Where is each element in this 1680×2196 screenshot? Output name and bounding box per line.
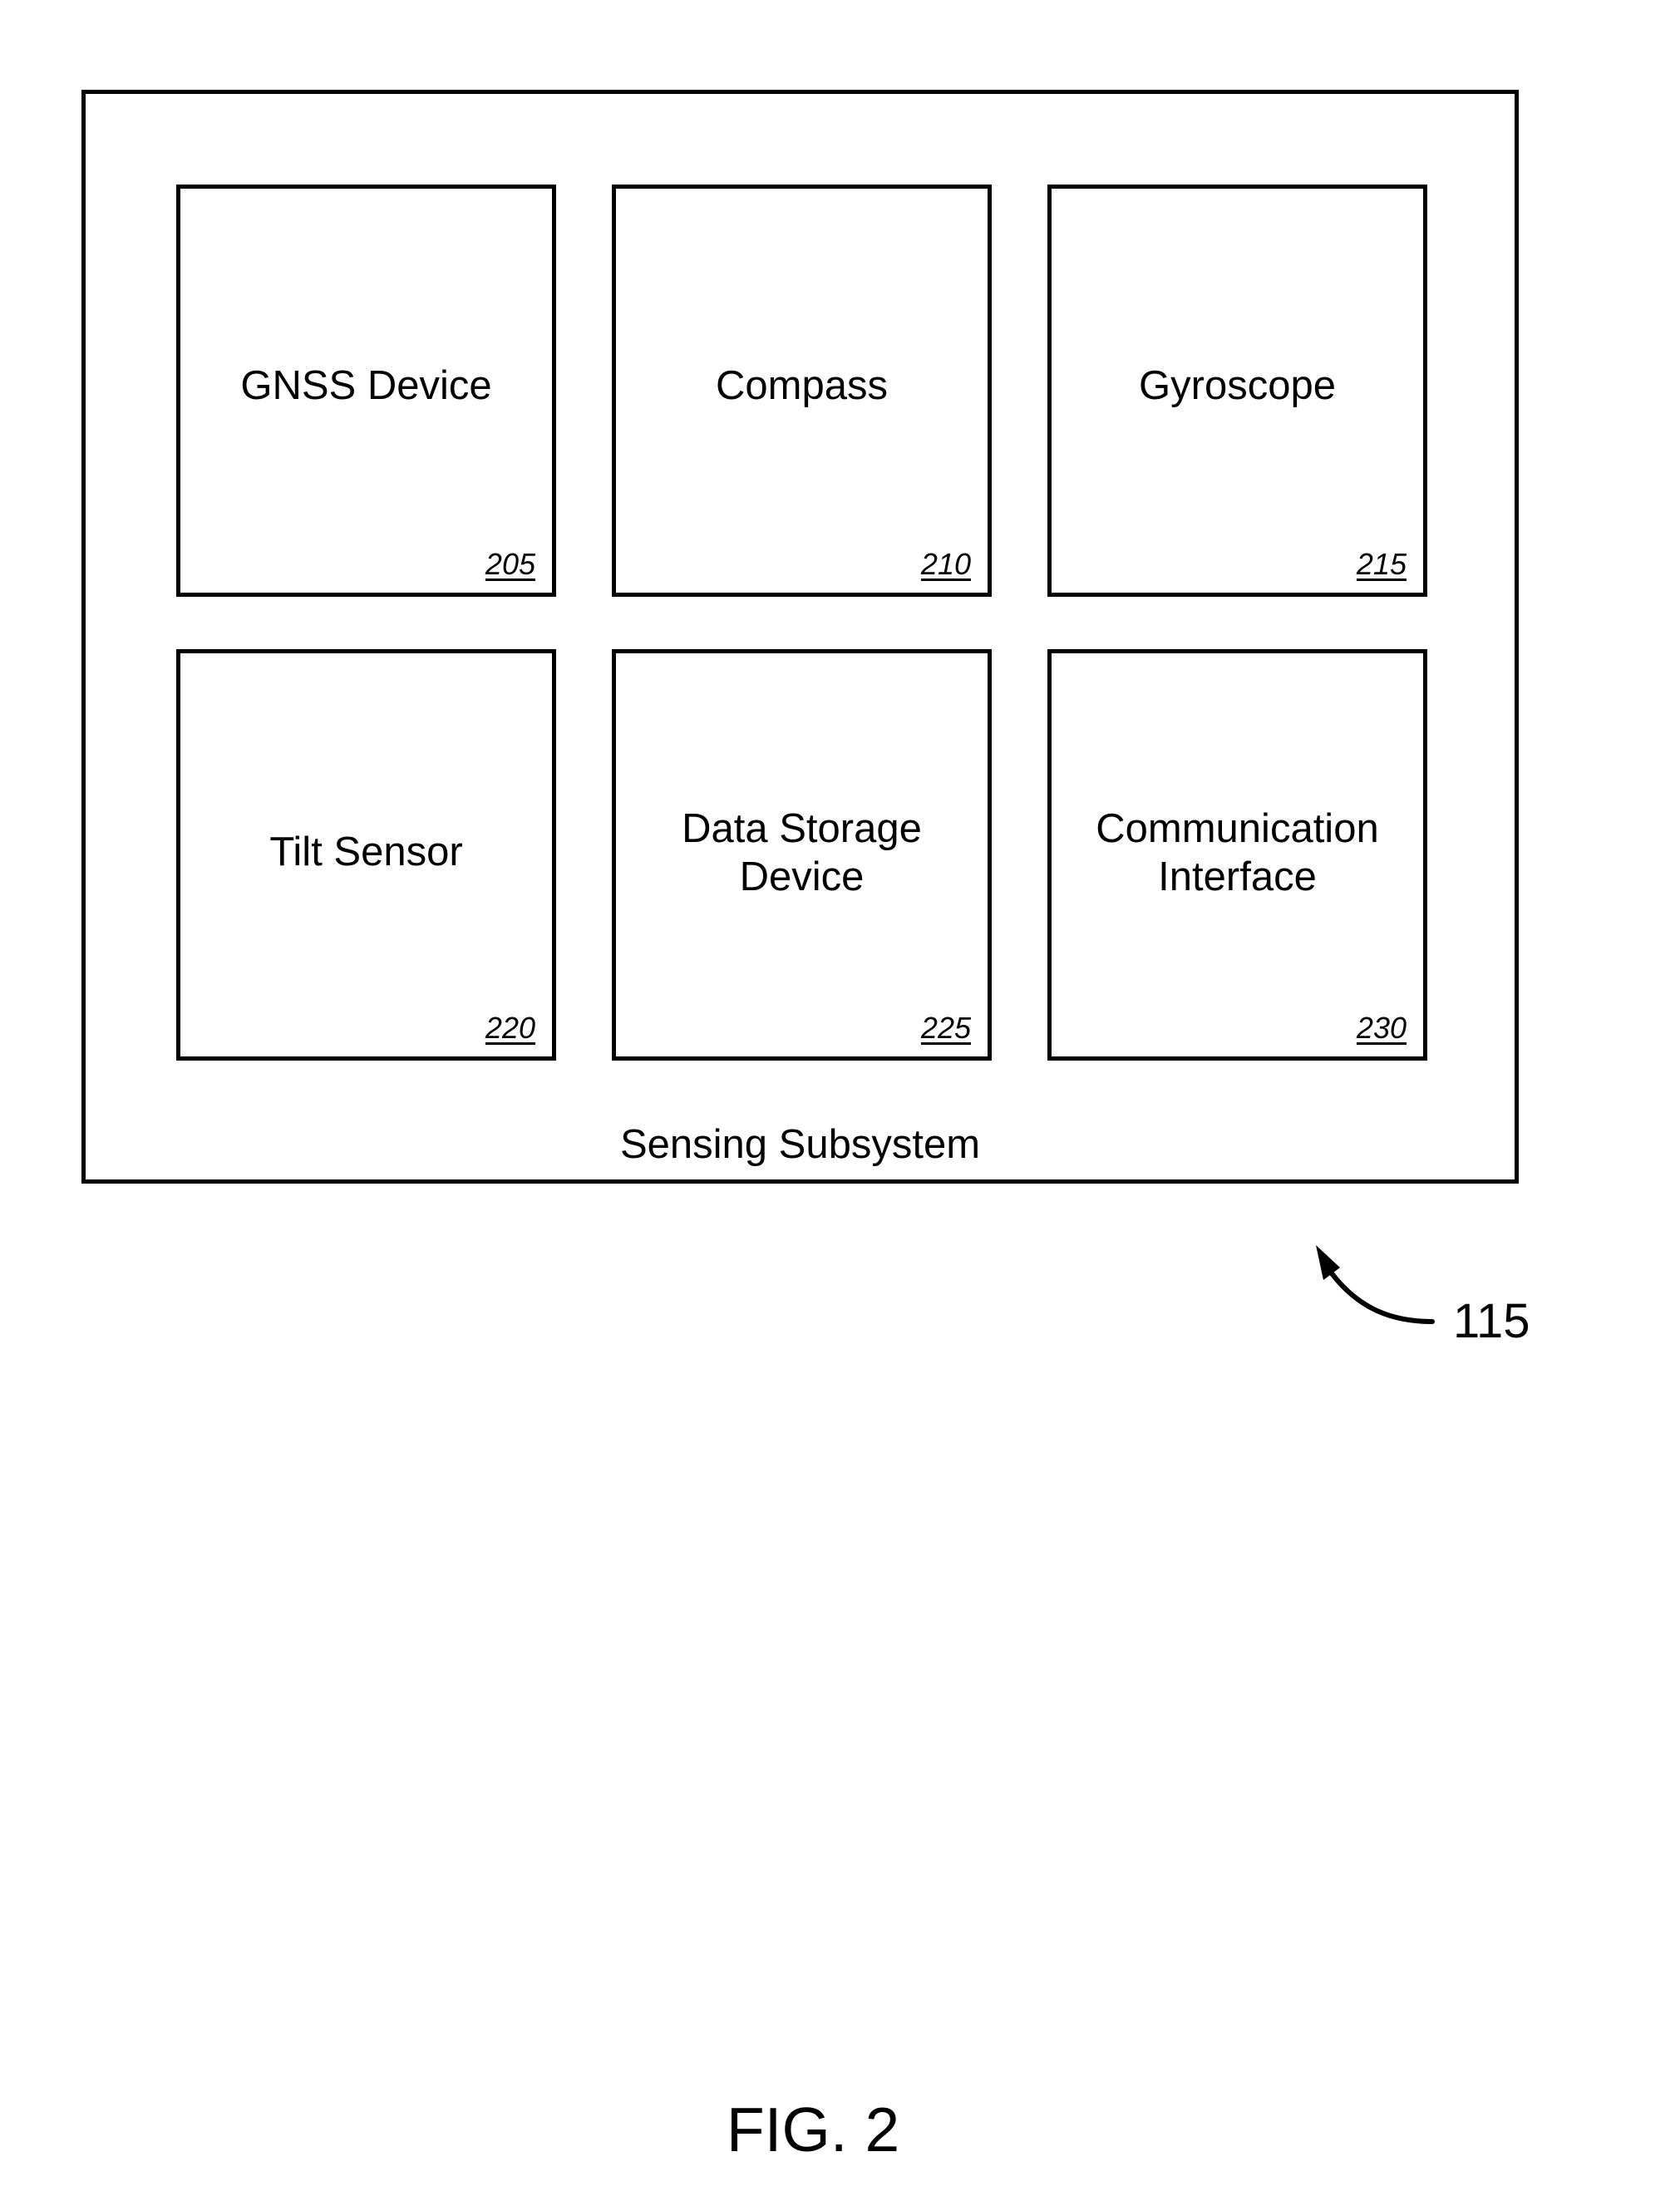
reference-number: 215: [1356, 547, 1407, 581]
figure-label: FIG. 2: [726, 2095, 900, 2164]
curved-arrow-icon: [1316, 1245, 1435, 1324]
callout-arrow-shaft: [1329, 1271, 1435, 1324]
block-label: Compass: [716, 363, 888, 408]
reference-number: 210: [920, 547, 971, 581]
callout-reference-number: 115: [1453, 1294, 1530, 1348]
callout-arrow-head: [1316, 1245, 1340, 1280]
block-label: Gyroscope: [1139, 363, 1336, 408]
block-label: GNSS Device: [240, 363, 492, 408]
block-label: Data Storage Device: [682, 806, 922, 899]
block-data-storage-device: Data Storage Device 225: [612, 649, 992, 1061]
block-label: Tilt Sensor: [269, 830, 463, 874]
block-gnss-device: GNSS Device 205: [176, 185, 556, 597]
subsystem-label: Sensing Subsystem: [619, 1122, 981, 1167]
block-tilt-sensor: Tilt Sensor 220: [176, 649, 556, 1061]
block-label: Communication Interface: [1096, 806, 1379, 899]
reference-number: 225: [920, 1011, 971, 1045]
block-compass: Compass 210: [612, 185, 992, 597]
reference-number: 230: [1356, 1011, 1407, 1045]
reference-number: 220: [485, 1011, 535, 1045]
reference-number: 205: [485, 547, 535, 581]
block-communication-interface: Communication Interface 230: [1047, 649, 1427, 1061]
block-gyroscope: Gyroscope 215: [1047, 185, 1427, 597]
